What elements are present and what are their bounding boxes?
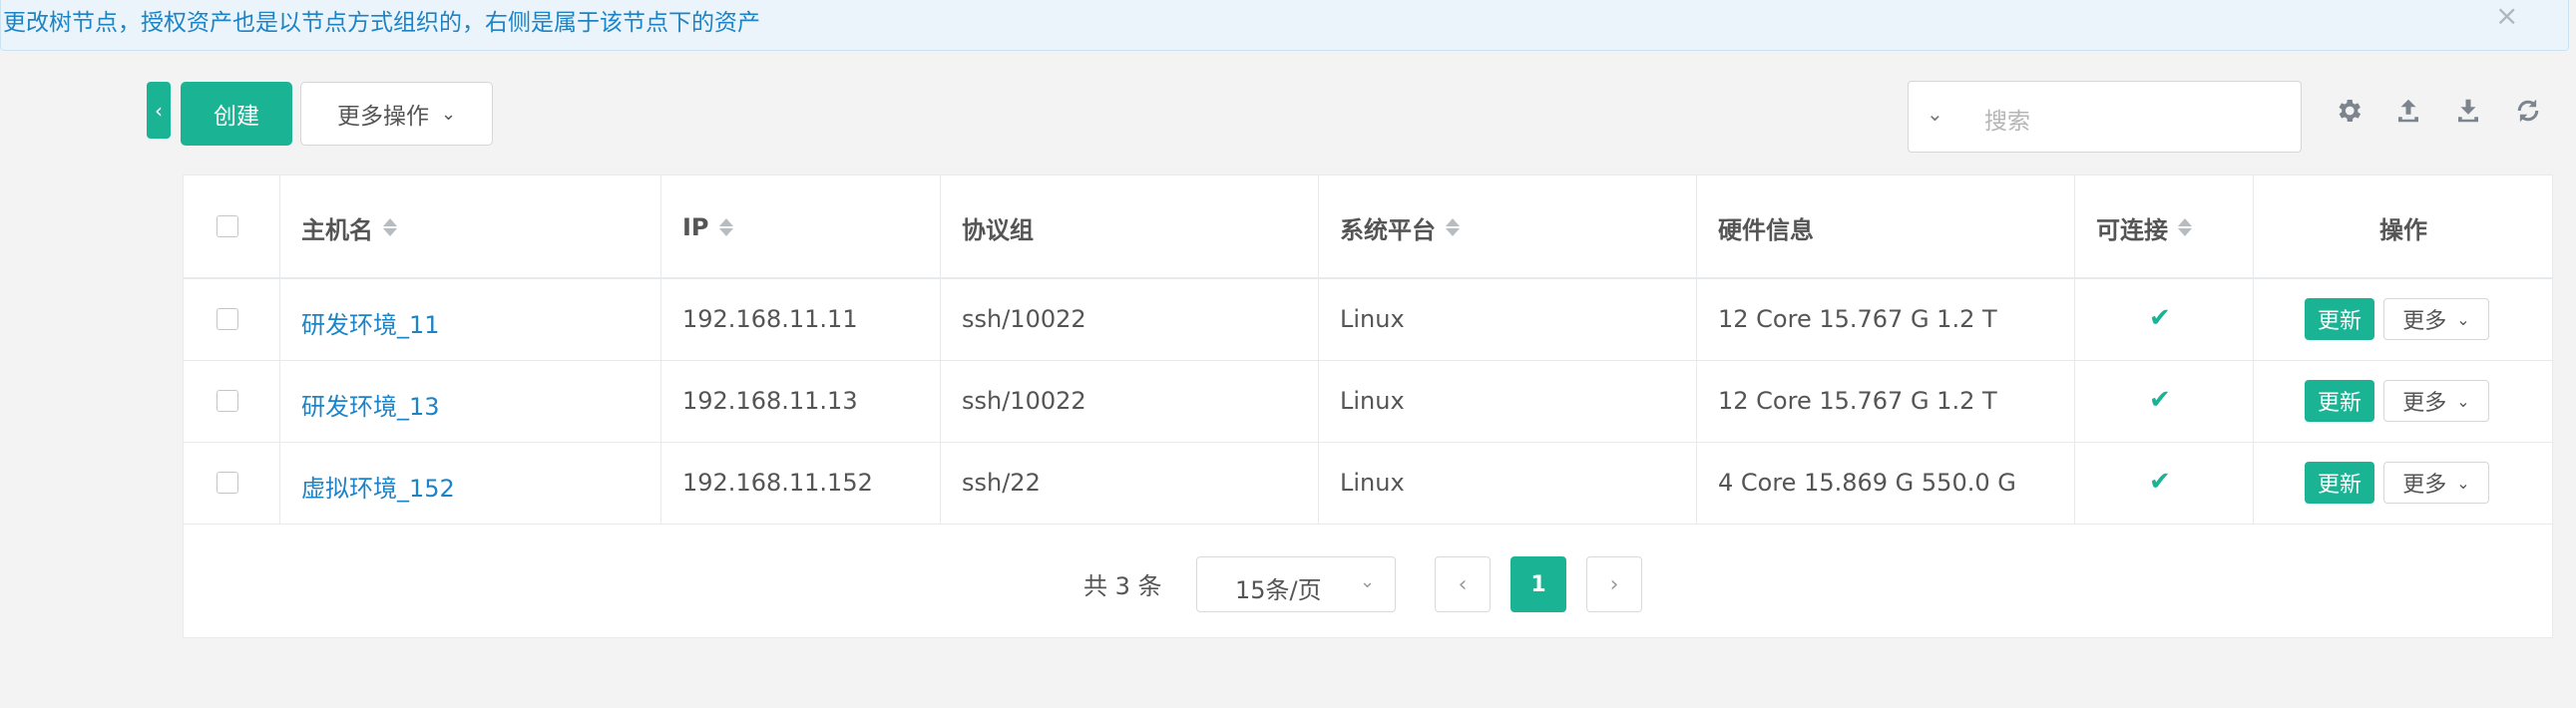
check-icon: ✔ <box>2149 303 2171 333</box>
check-icon: ✔ <box>2149 385 2171 415</box>
chevron-down-icon: ⌄ <box>1360 571 1376 592</box>
ip-cell: 192.168.11.13 <box>682 387 858 415</box>
column-header-ip[interactable]: IP <box>682 176 733 279</box>
column-divider <box>940 176 941 525</box>
search-placeholder: 搜索 <box>1984 109 2030 135</box>
column-header-protocols: 协议组 <box>962 215 1034 244</box>
refresh-icon[interactable] <box>2513 96 2543 126</box>
more-actions-button[interactable]: 更多操作 ⌄ <box>300 82 493 146</box>
column-divider <box>1696 176 1697 525</box>
hostname-link[interactable]: 虚拟环境_152 <box>301 469 455 504</box>
hardware-cell: 12 Core 15.767 G 1.2 T <box>1718 387 1997 415</box>
page-size-select[interactable]: 15条/页 ⌄ <box>1196 556 1396 612</box>
hostname-link[interactable]: 研发环境_11 <box>301 305 440 340</box>
more-actions-label: 更多操作 <box>336 104 429 130</box>
check-icon: ✔ <box>2149 467 2171 497</box>
chevron-down-icon: ⌄ <box>440 103 457 125</box>
update-button[interactable]: 更新 <box>2305 298 2374 340</box>
chevron-down-icon: ⌄ <box>2456 391 2470 411</box>
column-divider <box>660 176 661 525</box>
ip-cell: 192.168.11.11 <box>682 305 858 333</box>
row-checkbox[interactable] <box>216 308 238 330</box>
toggle-tree-button[interactable]: ‹ <box>147 82 171 139</box>
hostname-link[interactable]: 研发环境_13 <box>301 387 440 422</box>
update-button[interactable]: 更新 <box>2305 462 2374 504</box>
column-divider <box>1318 176 1319 525</box>
protocols-cell: ssh/22 <box>962 469 1041 497</box>
row-checkbox[interactable] <box>216 472 238 494</box>
column-divider <box>2074 176 2075 525</box>
sort-icon[interactable] <box>2178 218 2192 236</box>
chevron-down-icon: ⌄ <box>2456 473 2470 493</box>
chevron-down-icon[interactable]: ⌄ <box>1927 102 1943 126</box>
page-button-current[interactable]: 1 <box>1510 556 1566 612</box>
close-icon[interactable]: × <box>2495 0 2518 32</box>
chevron-down-icon: ⌄ <box>2456 309 2470 329</box>
column-divider <box>279 176 280 525</box>
pagination-total: 共 3 条 <box>1083 572 1162 600</box>
row-more-button[interactable]: 更多 ⌄ <box>2383 380 2489 422</box>
column-header-platform[interactable]: 系统平台 <box>1340 176 1460 279</box>
platform-cell: Linux <box>1340 387 1405 415</box>
row-checkbox[interactable] <box>216 390 238 412</box>
column-header-actions: 操作 <box>2379 215 2427 244</box>
ip-cell: 192.168.11.152 <box>682 469 873 497</box>
prev-page-button[interactable]: ‹ <box>1435 556 1491 612</box>
search-input[interactable]: ⌄ 搜索 <box>1908 81 2302 153</box>
protocols-cell: ssh/10022 <box>962 305 1086 333</box>
platform-cell: Linux <box>1340 305 1405 333</box>
column-header-connectable[interactable]: 可连接 <box>2096 176 2192 279</box>
sort-icon[interactable] <box>383 218 397 236</box>
hardware-cell: 12 Core 15.767 G 1.2 T <box>1718 305 1997 333</box>
hardware-cell: 4 Core 15.869 G 550.0 G <box>1718 469 2016 497</box>
notice-text: 更改树节点，授权资产也是以节点方式组织的，右侧是属于该节点下的资产 <box>3 10 760 36</box>
platform-cell: Linux <box>1340 469 1405 497</box>
protocols-cell: ssh/10022 <box>962 387 1086 415</box>
select-all-checkbox[interactable] <box>216 215 238 237</box>
create-button[interactable]: 创建 <box>181 82 292 146</box>
upload-icon[interactable] <box>2393 96 2423 126</box>
sort-icon[interactable] <box>1446 218 1460 236</box>
info-notice: 更改树节点，授权资产也是以节点方式组织的，右侧是属于该节点下的资产 × <box>0 0 2569 51</box>
update-button[interactable]: 更新 <box>2305 380 2374 422</box>
download-icon[interactable] <box>2453 96 2483 126</box>
gear-icon[interactable] <box>2334 96 2363 126</box>
page-size-value: 15条/页 <box>1235 576 1322 604</box>
sort-icon[interactable] <box>718 218 733 236</box>
column-header-hardware: 硬件信息 <box>1718 215 1814 244</box>
row-more-button[interactable]: 更多 ⌄ <box>2383 462 2489 504</box>
next-page-button[interactable]: › <box>1586 556 1642 612</box>
asset-table-panel: 主机名 IP 协议组 系统平台 硬件信息 可连接 操作 研发环境_11 192.… <box>183 175 2553 638</box>
row-more-button[interactable]: 更多 ⌄ <box>2383 298 2489 340</box>
column-header-hostname[interactable]: 主机名 <box>301 176 397 279</box>
